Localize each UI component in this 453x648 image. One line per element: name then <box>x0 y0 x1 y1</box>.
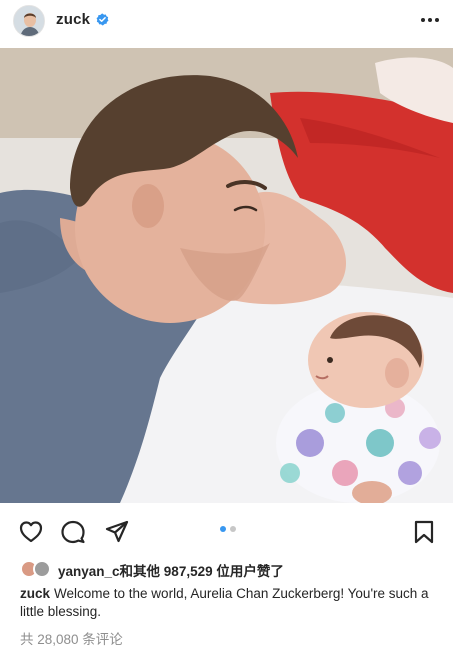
liker-avatar <box>33 560 51 578</box>
likes-row[interactable]: yanyan_c和其他 987,529 位用户赞了 <box>20 558 440 580</box>
likes-count-text[interactable]: 和其他 987,529 位用户赞了 <box>120 564 284 579</box>
post-header: zuck <box>0 0 453 44</box>
carousel-dot-active <box>220 526 226 532</box>
ellipsis-icon[interactable] <box>419 15 441 25</box>
likes-text: yanyan_c和其他 987,529 位用户赞了 <box>58 560 284 580</box>
caption-username[interactable]: zuck <box>20 586 50 601</box>
post-username[interactable]: zuck <box>56 11 90 28</box>
avatar-image <box>14 6 44 36</box>
first-liker-name[interactable]: yanyan_c <box>58 564 120 579</box>
view-comments-link[interactable]: 共 28,080 条评论 <box>20 628 123 648</box>
carousel-indicator <box>220 526 236 532</box>
post-caption: zuck Welcome to the world, Aurelia Chan Z… <box>20 585 440 621</box>
photo-illustration <box>0 48 453 503</box>
carousel-dot <box>230 526 236 532</box>
post-photo[interactable] <box>0 48 453 503</box>
caption-text: Welcome to the world, Aurelia Chan Zucke… <box>20 586 429 619</box>
share-icon[interactable] <box>104 519 130 545</box>
verified-badge-icon <box>96 13 109 26</box>
comment-icon[interactable] <box>60 519 86 545</box>
heart-icon[interactable] <box>18 519 44 545</box>
bookmark-icon[interactable] <box>411 519 437 545</box>
profile-avatar[interactable] <box>13 5 45 37</box>
